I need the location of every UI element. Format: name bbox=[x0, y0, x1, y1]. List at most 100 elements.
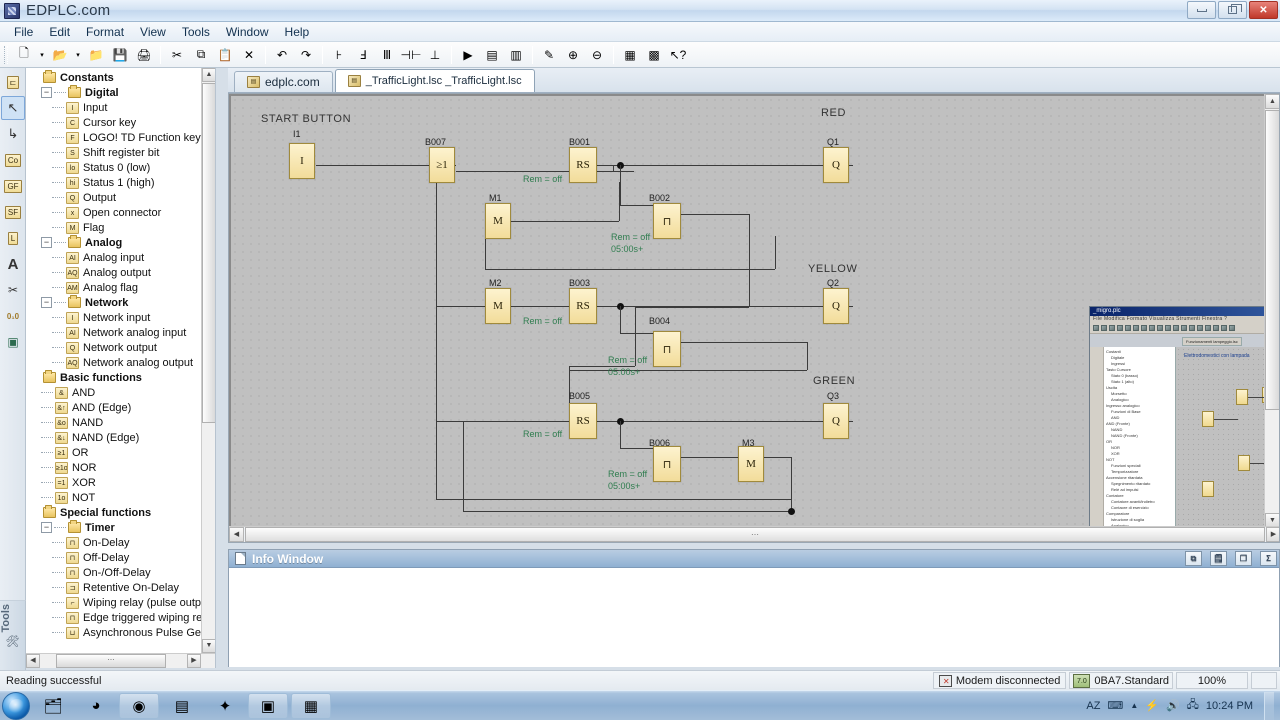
tree-node-and-edge[interactable]: &↑ AND (Edge) bbox=[26, 400, 202, 415]
rs-b003[interactable]: RS bbox=[569, 288, 597, 324]
close-info-button[interactable]: Σ bbox=[1260, 551, 1277, 566]
restore-info-button[interactable]: ❐ bbox=[1235, 551, 1252, 566]
print-icon[interactable]: 🖨 bbox=[133, 44, 155, 66]
collapse-toggle-icon[interactable]: − bbox=[41, 297, 52, 308]
output-q3[interactable]: Q bbox=[823, 403, 849, 439]
tree-node-network-input[interactable]: I Network input bbox=[26, 310, 202, 325]
tree-node-nor[interactable]: ≥1o NOR bbox=[26, 460, 202, 475]
start-button[interactable] bbox=[2, 691, 30, 720]
scroll-up-arrow-icon[interactable]: ▲ bbox=[1265, 94, 1279, 109]
close-button[interactable]: ✕ bbox=[1249, 1, 1278, 19]
special-functions-tool-button[interactable]: SF bbox=[1, 200, 25, 224]
distribute-v-icon[interactable]: ⊥ bbox=[424, 44, 446, 66]
highlight-icon[interactable]: ✎ bbox=[538, 44, 560, 66]
tree-node-status-1-high[interactable]: hi Status 1 (high) bbox=[26, 175, 202, 190]
canvas-horizontal-scrollbar[interactable]: ◀ ⋯ ▶ bbox=[229, 526, 1279, 542]
menu-item-format[interactable]: Format bbox=[78, 23, 132, 41]
power-icon[interactable]: ⚡ bbox=[1145, 699, 1159, 712]
grid-icon[interactable]: ▦ bbox=[619, 44, 641, 66]
menu-item-view[interactable]: View bbox=[132, 23, 174, 41]
tree-node-basic-functions[interactable]: Basic functions bbox=[26, 370, 202, 385]
maximize-button[interactable] bbox=[1218, 1, 1247, 19]
tree-node-not[interactable]: 1o NOT bbox=[26, 490, 202, 505]
tools-sidebar-tab[interactable]: Tools 🛠 bbox=[0, 600, 26, 670]
redo-icon[interactable]: ↷ bbox=[295, 44, 317, 66]
pc-to-logo-icon[interactable]: ▤ bbox=[481, 44, 503, 66]
toolbar-grip[interactable] bbox=[4, 45, 8, 64]
tab-trafficlight[interactable]: ▤ _TrafficLight.lsc _TrafficLight.lsc bbox=[334, 69, 535, 92]
taskbar-bluetooth-icon[interactable]: ✦ bbox=[205, 693, 245, 719]
taskbar-notepad-icon[interactable]: ▤ bbox=[162, 693, 202, 719]
taskbar-chrome-icon[interactable]: ◉ bbox=[119, 692, 159, 719]
logo-to-pc-icon[interactable]: ▥ bbox=[505, 44, 527, 66]
simulation-tool-button[interactable]: 0₁0 bbox=[1, 304, 25, 328]
connector-tool-button[interactable]: ⊏ bbox=[1, 70, 25, 94]
tab-edplc-com[interactable]: ▤ edplc.com bbox=[234, 71, 333, 92]
clock[interactable]: 10:24 PM bbox=[1206, 700, 1253, 712]
open-recent-icon[interactable]: 📁 bbox=[85, 44, 107, 66]
output-q2[interactable]: Q bbox=[823, 288, 849, 324]
input-i1[interactable]: I bbox=[289, 143, 315, 179]
timer-b002[interactable]: ⊓ bbox=[653, 203, 681, 239]
flag-m3[interactable]: M bbox=[738, 446, 764, 482]
new-file-icon[interactable]: 🗋 bbox=[13, 44, 35, 66]
tree-node-output[interactable]: Q Output bbox=[26, 190, 202, 205]
network-icon[interactable]: 🖧 bbox=[1187, 696, 1199, 715]
connect-tool-button[interactable]: ↳ bbox=[1, 122, 25, 146]
tree-node-shift-register-bit[interactable]: S Shift register bit bbox=[26, 145, 202, 160]
tree-node-analog-input[interactable]: AI Analog input bbox=[26, 250, 202, 265]
menu-item-edit[interactable]: Edit bbox=[41, 23, 78, 41]
show-hidden-icons-chevron-icon[interactable]: ▲ bbox=[1130, 701, 1138, 710]
save-icon[interactable]: 💾 bbox=[109, 44, 131, 66]
taskbar-explorer-icon[interactable]: 🗂 bbox=[33, 693, 73, 719]
tree-node-network-analog-input[interactable]: AI Network analog input bbox=[26, 325, 202, 340]
tree-node-cursor-key[interactable]: C Cursor key bbox=[26, 115, 202, 130]
undo-icon[interactable]: ↶ bbox=[271, 44, 293, 66]
tree-node-timer[interactable]: − Timer bbox=[26, 520, 202, 535]
delete-icon[interactable]: ✕ bbox=[238, 44, 260, 66]
copy-icon[interactable]: ⧉ bbox=[190, 44, 212, 66]
scroll-left-arrow-icon[interactable]: ◀ bbox=[26, 654, 40, 668]
tree-node-nand[interactable]: &o NAND bbox=[26, 415, 202, 430]
timer-b004[interactable]: ⊓ bbox=[653, 331, 681, 367]
tree-node-on-delay[interactable]: ⊓ On-Delay bbox=[26, 535, 202, 550]
cut-icon[interactable]: ✂ bbox=[166, 44, 188, 66]
rs-b005[interactable]: RS bbox=[569, 403, 597, 439]
sidebar-scroll-thumb[interactable] bbox=[202, 83, 215, 423]
zoom-in-icon[interactable]: ⊕ bbox=[562, 44, 584, 66]
tree-node-input[interactable]: I Input bbox=[26, 100, 202, 115]
tree-node-network-output[interactable]: Q Network output bbox=[26, 340, 202, 355]
tree-node-digital[interactable]: − Digital bbox=[26, 85, 202, 100]
tree-node-analog-flag[interactable]: AM Analog flag bbox=[26, 280, 202, 295]
menu-item-window[interactable]: Window bbox=[218, 23, 277, 41]
copy-info-button[interactable]: ⧉ bbox=[1185, 551, 1202, 566]
taskbar-document-icon[interactable]: ▣ bbox=[248, 692, 288, 719]
canvas-vscroll-thumb[interactable] bbox=[1265, 110, 1279, 410]
new-file-dropdown-icon[interactable]: ▾ bbox=[37, 44, 47, 66]
tree-node-flag[interactable]: M Flag bbox=[26, 220, 202, 235]
tree-node-xor[interactable]: =1 XOR bbox=[26, 475, 202, 490]
zoom-level-cell[interactable]: 100% bbox=[1176, 672, 1248, 689]
rs-b001[interactable]: RS bbox=[569, 147, 597, 183]
tree-node-edge-triggered-wiping-relay[interactable]: ⊓ Edge triggered wiping relay bbox=[26, 610, 202, 625]
tree-node-network[interactable]: − Network bbox=[26, 295, 202, 310]
canvas-hscroll-thumb[interactable]: ⋯ bbox=[245, 527, 1265, 542]
sidebar-vertical-scrollbar[interactable]: ▲ ▼ bbox=[201, 68, 215, 653]
simulation-start-icon[interactable]: ▶ bbox=[457, 44, 479, 66]
menu-item-help[interactable]: Help bbox=[277, 23, 318, 41]
clear-info-button[interactable]: 🗒 bbox=[1210, 551, 1227, 566]
tree-node-retentive-on-delay[interactable]: ⊐ Retentive On-Delay bbox=[26, 580, 202, 595]
volume-icon[interactable]: 🔊 bbox=[1166, 699, 1180, 712]
timer-b006[interactable]: ⊓ bbox=[653, 446, 681, 482]
language-indicator[interactable]: AZ bbox=[1086, 700, 1100, 712]
align-right-icon[interactable]: Ⅎ bbox=[352, 44, 374, 66]
tree-node-asynchronous-pulse-genera[interactable]: ⊔ Asynchronous Pulse Genera bbox=[26, 625, 202, 640]
tree-node-network-analog-output[interactable]: AQ Network analog output bbox=[26, 355, 202, 370]
open-file-dropdown-icon[interactable]: ▾ bbox=[73, 44, 83, 66]
tree-node-logo-td-function-key[interactable]: F LOGO! TD Function key bbox=[26, 130, 202, 145]
tree-node-special-functions[interactable]: Special functions bbox=[26, 505, 202, 520]
text-tool-button[interactable]: A bbox=[1, 252, 25, 276]
selection-tool-button[interactable]: ↖ bbox=[1, 96, 25, 120]
distribute-h-icon[interactable]: ⊣⊢ bbox=[400, 44, 422, 66]
canvas-vertical-scrollbar[interactable]: ▲ ▼ bbox=[1264, 94, 1279, 528]
